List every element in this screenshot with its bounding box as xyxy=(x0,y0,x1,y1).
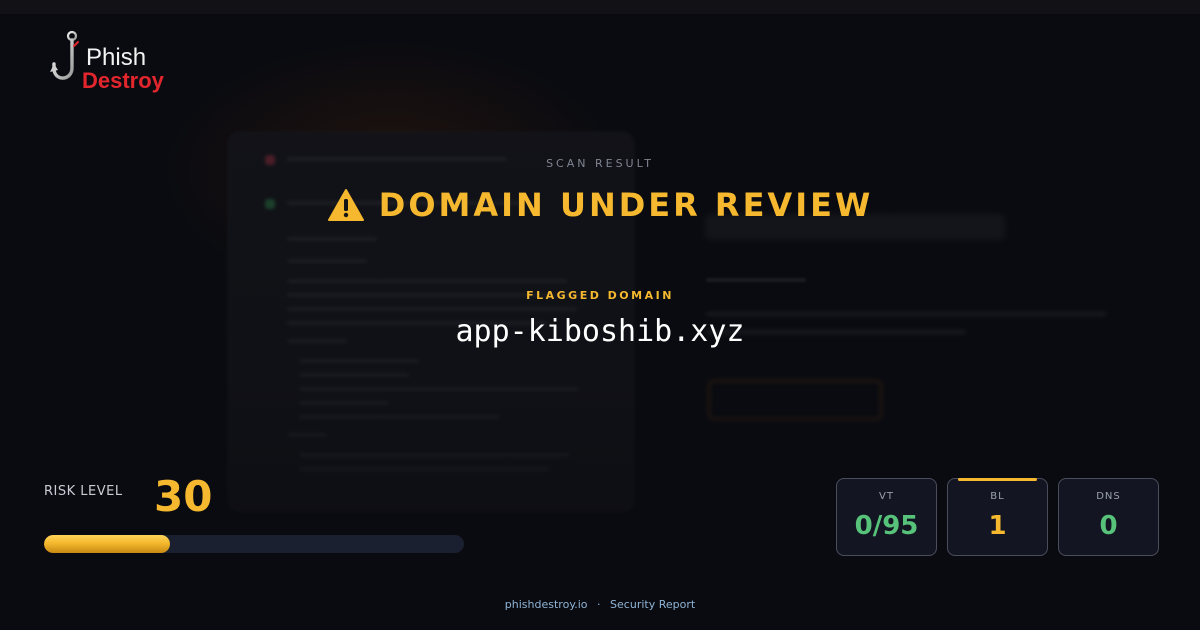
footer-report: Security Report xyxy=(610,598,696,611)
status-row: DOMAIN UNDER REVIEW xyxy=(0,186,1200,224)
flagged-domain: app-kiboshib.xyz xyxy=(455,314,745,349)
phishdestroy-logo: Phish Destroy xyxy=(48,30,178,94)
stat-label-bl: BL xyxy=(990,491,1005,502)
stat-card-vt: VT 0/95 xyxy=(836,478,937,556)
status-title: DOMAIN UNDER REVIEW xyxy=(378,186,874,224)
warning-triangle-icon xyxy=(327,189,364,221)
risk-level-value: 30 xyxy=(154,472,213,521)
stat-card-dns: DNS 0 xyxy=(1058,478,1159,556)
stat-card-accent xyxy=(847,478,926,481)
stat-card-accent xyxy=(958,478,1037,481)
stat-card-bl: BL 1 xyxy=(947,478,1048,556)
risk-level-bar-fill xyxy=(44,535,170,553)
flagged-domain-label: FLAGGED DOMAIN xyxy=(526,289,674,302)
stat-card-accent xyxy=(1069,478,1148,481)
stat-label-dns: DNS xyxy=(1096,491,1121,502)
footer-site: phishdestroy.io xyxy=(504,598,588,611)
logo-text-destroy: Destroy xyxy=(82,68,164,93)
risk-level-label: RISK LEVEL xyxy=(44,484,123,499)
stat-label-vt: VT xyxy=(879,491,894,502)
footer: phishdestroy.io · Security Report xyxy=(0,598,1200,611)
footer-separator: · xyxy=(597,598,601,611)
stat-value-dns: 0 xyxy=(1099,511,1118,541)
stat-value-bl: 1 xyxy=(988,511,1007,541)
stats-group: VT 0/95 BL 1 DNS 0 xyxy=(836,478,1159,556)
scan-result-eyebrow: SCAN RESULT xyxy=(546,157,654,170)
stat-value-vt: 0/95 xyxy=(854,511,919,541)
risk-level-bar xyxy=(44,535,464,553)
